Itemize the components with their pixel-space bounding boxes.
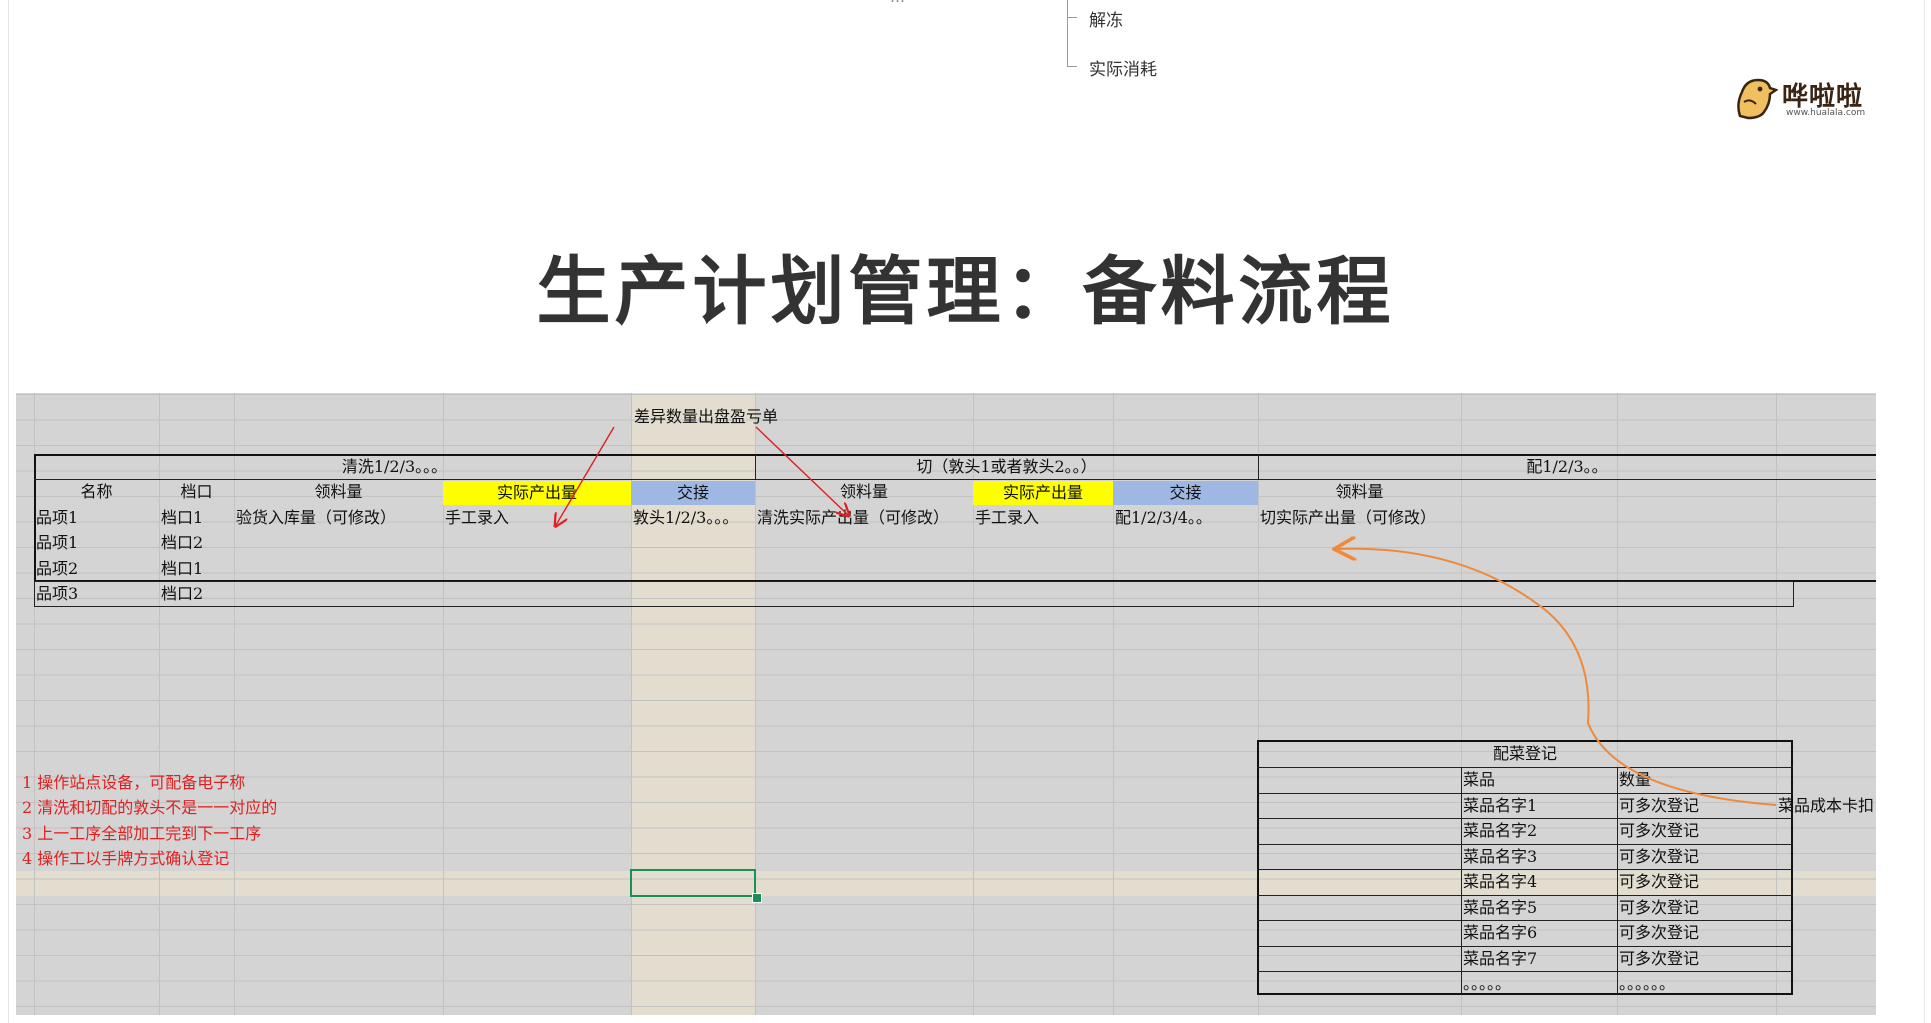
mindmap-connector	[1067, 0, 1068, 67]
mindmap-branch	[1067, 66, 1077, 67]
annotation-arrows	[16, 426, 1777, 806]
mindmap-branch	[1067, 17, 1077, 18]
mascot-icon	[1737, 78, 1778, 120]
hualala-logo: 哗啦啦 www.hualala.com	[1734, 72, 1884, 124]
mindmap-cut-text: …	[890, 0, 905, 6]
red-arrow	[556, 426, 615, 525]
orange-arrow	[1338, 549, 1777, 806]
mindmap-node-actual-consumption: 实际消耗	[1089, 60, 1157, 80]
red-arrow	[755, 426, 848, 515]
spreadsheet: 差异数量出盘盈亏单 清洗1/2/3。。。 切（敦头1或者敦头2。。） 配1/2/…	[16, 393, 1876, 1015]
mindmap-node-thaw: 解冻	[1089, 11, 1123, 31]
page-title: 生产计划管理：备料流程	[536, 249, 1395, 335]
logo-url-text: www.hualala.com	[1786, 108, 1866, 118]
mindmap-fragment: … 解冻 实际消耗	[890, 0, 1200, 80]
